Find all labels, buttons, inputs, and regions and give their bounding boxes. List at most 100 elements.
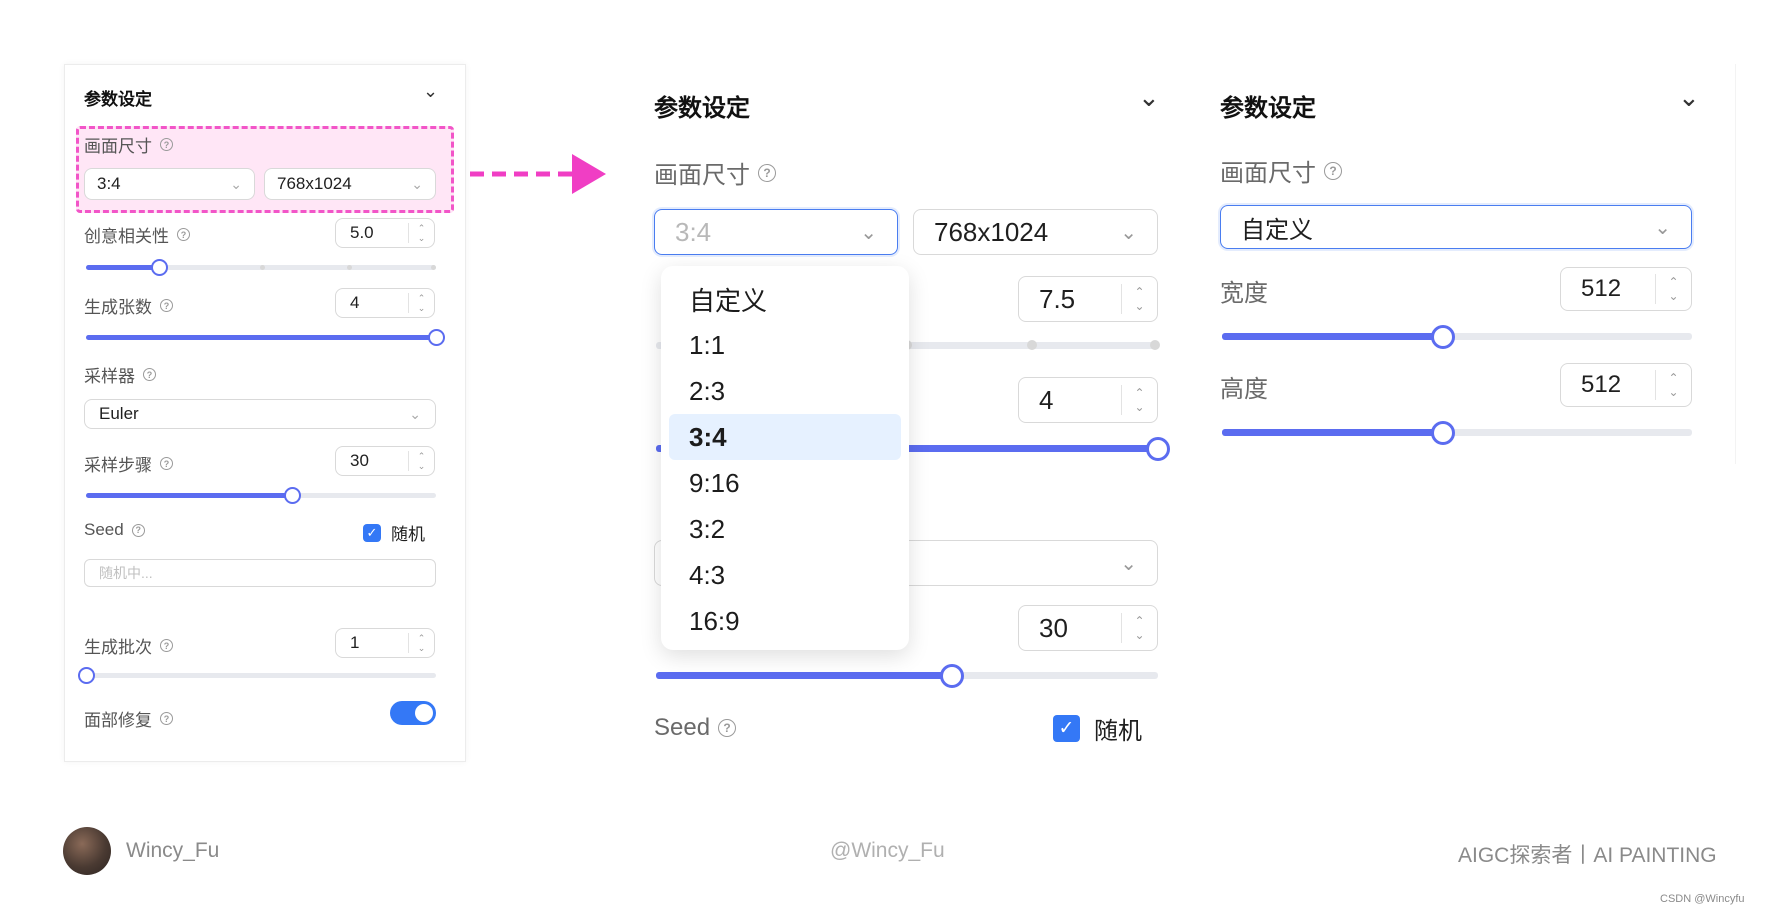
steps-label: 采样步骤 ?: [84, 451, 173, 476]
stepper-arrows-icon[interactable]: ⌃ ⌄: [408, 293, 434, 313]
seed-label-text: Seed: [84, 520, 124, 539]
ratio-select-value: 自定义: [1241, 216, 1313, 244]
steps-label-text: 采样步骤: [84, 456, 152, 475]
stepper-arrows-icon[interactable]: ⌃ ⌄: [1655, 370, 1691, 400]
sampler-select-value: Euler: [99, 404, 139, 423]
count-slider-handle[interactable]: [1146, 437, 1170, 461]
creativity-input[interactable]: 5.0 ⌃ ⌄: [335, 218, 435, 248]
face-restore-label: 面部修复 ?: [84, 706, 173, 731]
help-icon[interactable]: ?: [160, 457, 173, 470]
height-input[interactable]: 512 ⌃ ⌄: [1560, 363, 1692, 407]
width-label: 宽度: [1220, 273, 1268, 308]
stepper-arrows-icon[interactable]: ⌃ ⌄: [1655, 274, 1691, 304]
author-name: Wincy_Fu: [126, 839, 220, 862]
chevron-down-icon[interactable]: ⌄: [1678, 82, 1700, 113]
dropdown-option[interactable]: 3:2: [669, 506, 901, 552]
help-icon[interactable]: ?: [160, 299, 173, 312]
ratio-select-value: 3:4: [97, 174, 121, 193]
chevron-down-icon: ⌄: [1120, 552, 1137, 575]
help-icon[interactable]: ?: [160, 712, 173, 725]
stepper-arrows-icon[interactable]: ⌃ ⌄: [1121, 283, 1157, 315]
batch-input[interactable]: 1 ⌃ ⌄: [335, 628, 435, 658]
creativity-label-text: 创意相关性: [84, 227, 169, 246]
dashed-arrow-right-icon: [470, 154, 606, 194]
slider-mark: [431, 265, 436, 270]
batch-slider-track[interactable]: [86, 673, 436, 678]
count-input[interactable]: 4 ⌃ ⌄: [1018, 377, 1158, 423]
ratio-select[interactable]: 3:4 ⌄: [654, 209, 898, 255]
face-restore-toggle[interactable]: [390, 701, 436, 725]
size-label-text: 画面尺寸: [84, 137, 152, 156]
stepper-arrows-icon[interactable]: ⌃ ⌄: [1121, 384, 1157, 416]
help-icon[interactable]: ?: [758, 163, 776, 182]
width-input-value: 512: [1581, 275, 1622, 302]
creativity-slider-handle[interactable]: [151, 259, 168, 276]
help-icon[interactable]: ?: [177, 228, 190, 241]
settings-panel-small: 参数设定 ⌄ 画面尺寸 ? 3:4 ⌄ 768x1024 ⌄ 创意相关性 ? 5…: [64, 64, 466, 762]
slider-mark: [347, 265, 352, 270]
size-select[interactable]: 768x1024 ⌄: [913, 209, 1158, 255]
ratio-select[interactable]: 自定义 ⌄: [1220, 205, 1692, 249]
count-input[interactable]: 4 ⌃ ⌄: [335, 288, 435, 318]
help-icon[interactable]: ?: [1324, 161, 1342, 180]
random-checkbox[interactable]: ✓ 随机: [1053, 711, 1142, 746]
stepper-arrows-icon[interactable]: ⌃ ⌄: [1121, 612, 1157, 644]
watermark: CSDN @Wincyfu: [1660, 893, 1745, 905]
size-select[interactable]: 768x1024 ⌄: [264, 168, 436, 200]
dropdown-option[interactable]: 4:3: [669, 552, 901, 598]
dropdown-option[interactable]: 9:16: [669, 460, 901, 506]
ratio-select[interactable]: 3:4 ⌄: [84, 168, 255, 200]
creativity-input[interactable]: 7.5 ⌃ ⌄: [1018, 276, 1158, 322]
steps-input[interactable]: 30 ⌃ ⌄: [335, 446, 435, 476]
batch-label: 生成批次 ?: [84, 633, 173, 658]
creativity-input-value: 5.0: [350, 223, 374, 242]
dropdown-option[interactable]: 3:4: [669, 414, 901, 460]
batch-input-value: 1: [350, 633, 360, 652]
height-label-text: 高度: [1220, 376, 1268, 403]
sampler-select[interactable]: Euler ⌄: [84, 399, 436, 429]
creativity-slider-fill: [86, 265, 160, 270]
author-handle: @Wincy_Fu: [830, 839, 945, 862]
help-icon[interactable]: ?: [160, 639, 173, 652]
random-label: 随机: [391, 525, 425, 544]
creativity-input-value: 7.5: [1039, 283, 1076, 314]
steps-input[interactable]: 30 ⌃ ⌄: [1018, 605, 1158, 651]
slider-mark: [1150, 340, 1160, 350]
size-label: 画面尺寸 ?: [84, 132, 173, 157]
height-slider-handle[interactable]: [1430, 421, 1455, 445]
checkmark-icon[interactable]: ✓: [363, 523, 381, 542]
size-select-value: 768x1024: [934, 216, 1049, 247]
random-checkbox[interactable]: ✓ 随机: [363, 520, 425, 545]
size-select-value: 768x1024: [277, 174, 352, 193]
dropdown-option[interactable]: 自定义: [669, 276, 901, 322]
count-slider-handle[interactable]: [427, 329, 445, 346]
seed-input[interactable]: 随机中...: [84, 559, 436, 587]
stepper-arrows-icon[interactable]: ⌃ ⌄: [408, 223, 434, 243]
stepper-arrows-icon[interactable]: ⌃ ⌄: [408, 451, 434, 471]
chevron-down-icon: ⌄: [860, 221, 877, 244]
help-icon[interactable]: ?: [131, 523, 145, 537]
width-input[interactable]: 512 ⌃ ⌄: [1560, 267, 1692, 311]
ratio-dropdown-menu: 自定义 1:1 2:3 3:4 9:16 3:2 4:3 16:9: [661, 266, 909, 650]
seed-label-text: Seed: [654, 714, 711, 741]
avatar: [63, 827, 111, 875]
chevron-down-icon[interactable]: ⌄: [1138, 82, 1160, 113]
steps-slider-handle[interactable]: [284, 487, 301, 504]
face-restore-label-text: 面部修复: [84, 711, 152, 730]
batch-slider-handle[interactable]: [77, 667, 95, 684]
chevron-down-icon: ⌄: [1120, 221, 1137, 244]
height-input-value: 512: [1581, 371, 1622, 398]
help-icon[interactable]: ?: [160, 138, 173, 151]
dropdown-option[interactable]: 16:9: [669, 598, 901, 644]
width-slider-handle[interactable]: [1430, 325, 1455, 349]
help-icon[interactable]: ?: [718, 719, 737, 737]
count-input-value: 4: [350, 293, 360, 312]
help-icon[interactable]: ?: [143, 368, 156, 381]
height-label: 高度: [1220, 369, 1268, 404]
chevron-down-icon[interactable]: ⌄: [423, 81, 438, 102]
dropdown-option[interactable]: 2:3: [669, 368, 901, 414]
stepper-arrows-icon[interactable]: ⌃ ⌄: [408, 633, 434, 653]
dropdown-option[interactable]: 1:1: [669, 322, 901, 368]
checkmark-icon[interactable]: ✓: [1053, 715, 1080, 742]
steps-slider-handle[interactable]: [940, 664, 965, 688]
